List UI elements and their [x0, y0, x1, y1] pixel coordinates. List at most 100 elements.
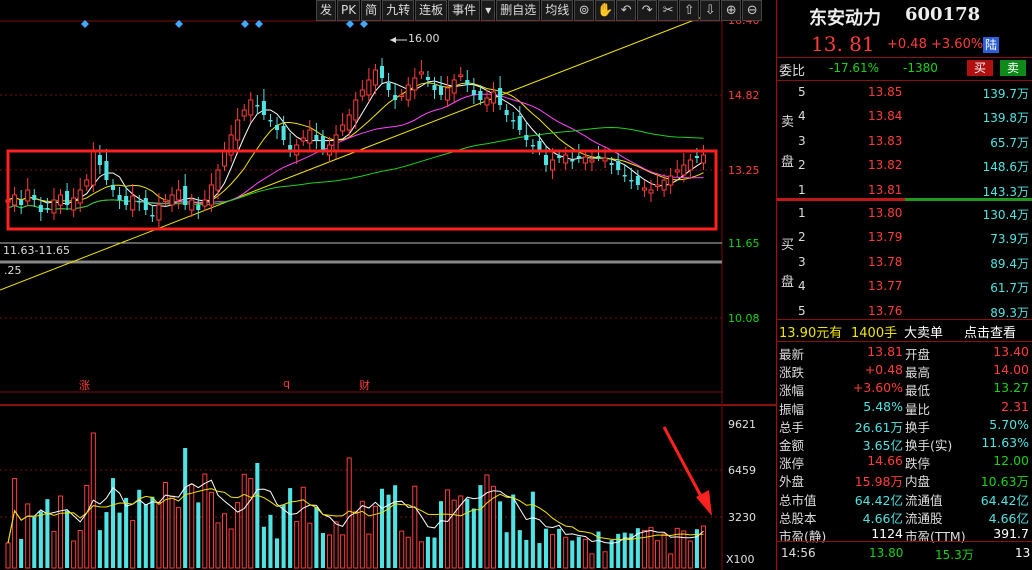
buy-order-row[interactable]: 2 13.79 73.9万	[777, 230, 1032, 250]
sell-order-row[interactable]: 2 13.82 148.6万	[777, 158, 1032, 178]
candle-body	[333, 134, 339, 151]
tb-jiuzhuan-button[interactable]: 九转	[382, 0, 415, 21]
candle-body	[511, 120, 516, 122]
volume-bar	[333, 521, 339, 569]
redo-icon[interactable]: ↷	[637, 0, 658, 21]
candle-body	[314, 135, 319, 140]
stat-label: 最新	[779, 347, 805, 362]
undo-icon[interactable]: ↶	[616, 0, 637, 21]
volume-tick: 9621	[728, 418, 756, 431]
volume-bar	[648, 527, 654, 569]
candle-body	[51, 199, 57, 214]
stat-row: 涨幅 +3.60% 最低 13.27	[777, 380, 1032, 398]
sell-level: 1	[798, 182, 806, 197]
volume-bar	[150, 496, 155, 568]
volume-bar	[498, 501, 503, 568]
candle-body	[189, 199, 195, 211]
volume-bar	[517, 530, 522, 568]
candle-body	[629, 180, 634, 182]
volume-bar	[471, 508, 476, 568]
price-tick: 11.65	[728, 237, 760, 250]
volume-bar	[451, 499, 457, 569]
tb-remove-favorite-button[interactable]: 删自选	[496, 0, 541, 21]
zoom-in-icon[interactable]: ⊕	[721, 0, 742, 21]
volume-bar	[130, 519, 136, 569]
tb-fa-button[interactable]: 发	[316, 0, 337, 21]
event-marker-zhang[interactable]: 涨	[79, 377, 90, 393]
stat-value: 64.42亿	[854, 492, 903, 508]
stat-label: 振幅	[779, 401, 805, 417]
candle-body	[215, 169, 221, 191]
volume-bar	[19, 538, 24, 568]
candle-body	[110, 185, 116, 190]
candle-body	[19, 200, 24, 205]
up-arrow-icon[interactable]: ⇧	[679, 0, 700, 21]
hand-icon[interactable]: ✋	[595, 0, 616, 21]
volume-bar	[124, 497, 129, 568]
stat-value: 13.81	[867, 344, 903, 359]
volume-bar	[366, 533, 372, 569]
volume-bar	[241, 473, 247, 569]
tb-event-button[interactable]: 事件	[448, 0, 481, 21]
buy-order-row[interactable]: 1 13.80 130.4万	[777, 206, 1032, 226]
buy-order-row[interactable]: 5 13.76 89.3万	[777, 304, 1032, 324]
tb-lianban-button[interactable]: 连板	[415, 0, 448, 21]
price-tick: 14.82	[728, 89, 760, 102]
event-marker-q[interactable]: q	[283, 377, 290, 390]
volume-bar	[38, 511, 43, 568]
stat-row: 涨停 14.66 跌停 12.00	[777, 453, 1032, 471]
scissors-icon[interactable]: ✂	[658, 0, 679, 21]
sell-order-row[interactable]: 4 13.84 139.8万	[777, 109, 1032, 129]
current-price: 13. 81	[811, 32, 875, 56]
candle-body	[478, 91, 483, 100]
buy-volume: 73.9万	[990, 232, 1029, 247]
sell-order-row[interactable]: 5 13.85 139.7万	[777, 85, 1032, 105]
tb-dropdown-button[interactable]: ▾	[481, 0, 496, 21]
zoom-out-icon[interactable]: ⊖	[742, 0, 763, 21]
candle-body	[97, 155, 102, 165]
candle-body	[32, 195, 37, 200]
candle-body	[38, 205, 43, 212]
candle-body	[143, 198, 148, 210]
candle-body	[589, 159, 595, 163]
tb-pk-button[interactable]: PK	[337, 0, 361, 21]
buy-level: 5	[798, 303, 806, 318]
candle-body	[65, 191, 70, 205]
tb-jian-button[interactable]: 简	[361, 0, 382, 21]
chart-toolbar: 发 PK 简 九转 连板 事件 ▾ 删自选 均线 ⊚ ✋ ↶ ↷ ✂ ⇧ ⇩ ⊕…	[316, 0, 763, 21]
volume-bar	[668, 553, 674, 569]
buy-order-row[interactable]: 3 13.78 89.4万	[777, 255, 1032, 275]
candle-body	[465, 80, 470, 85]
candle-body	[484, 97, 490, 106]
candle-body	[517, 116, 522, 130]
candle-body	[635, 176, 640, 185]
stat-label: 换手(实)	[905, 438, 953, 453]
candle-body	[117, 195, 122, 200]
sell-order-row[interactable]: 3 13.83 65.7万	[777, 134, 1032, 154]
big-order-link[interactable]: 点击查看	[964, 322, 1016, 341]
sell-button[interactable]: 卖	[1000, 60, 1026, 76]
volume-bar	[340, 534, 346, 569]
stat-value: 64.42亿	[980, 492, 1029, 508]
buy-level: 4	[798, 279, 806, 294]
volume-bar	[641, 529, 647, 569]
tick-price: 13.80	[869, 546, 904, 560]
stat-value: 4.66亿	[988, 510, 1029, 526]
kline-chart[interactable]	[0, 0, 776, 570]
buy-order-row[interactable]: 4 13.77 61.7万	[777, 279, 1032, 299]
buy-button[interactable]: 买	[967, 60, 993, 76]
candle-body	[274, 125, 280, 130]
volume-bar	[353, 511, 359, 569]
volume-bar	[77, 529, 83, 569]
candle-body	[176, 189, 182, 201]
event-marker-cai[interactable]: 财	[359, 377, 370, 393]
binoculars-icon[interactable]: ⊚	[574, 0, 595, 21]
candle-body	[300, 137, 306, 142]
candle-body	[563, 154, 569, 164]
down-arrow-icon[interactable]: ⇩	[700, 0, 721, 21]
volume-bar	[183, 448, 188, 568]
stat-value: 4.66亿	[862, 510, 903, 526]
stat-value: 10.63万	[980, 474, 1029, 490]
tb-ma-button[interactable]: 均线	[541, 0, 574, 21]
sell-volume: 65.7万	[990, 135, 1029, 150]
